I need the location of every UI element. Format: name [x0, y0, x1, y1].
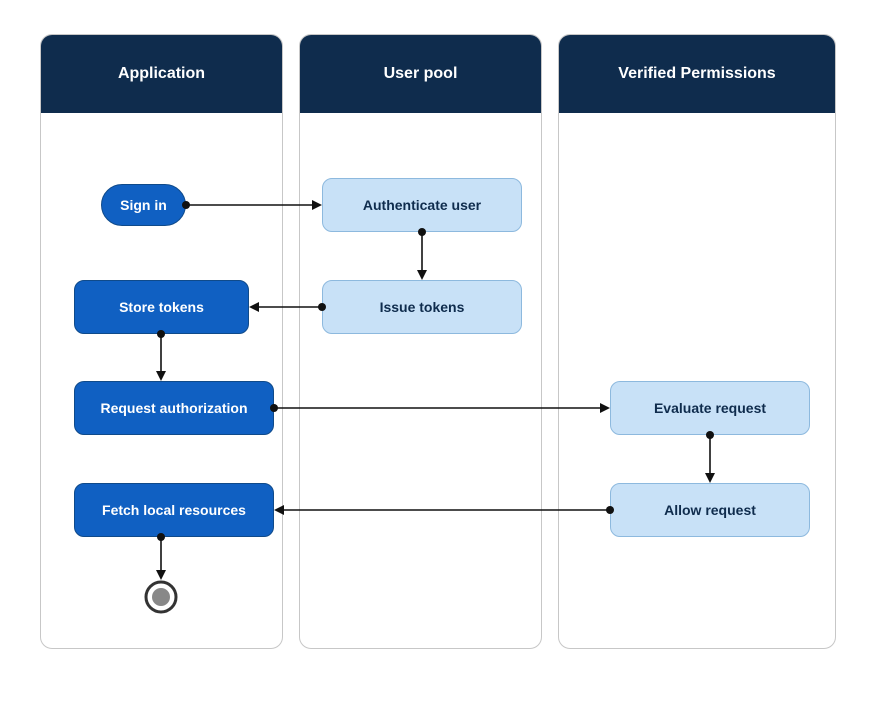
node-label: Issue tokens — [380, 299, 465, 315]
swimlane-application: Application — [40, 34, 283, 649]
swimlane-verified-permissions: Verified Permissions — [558, 34, 836, 649]
node-store-tokens: Store tokens — [74, 280, 249, 334]
swimlane-user-pool: User pool — [299, 34, 542, 649]
node-request-authorization: Request authorization — [74, 381, 274, 435]
node-label: Request authorization — [100, 400, 247, 416]
start-node-label: Sign in — [120, 197, 167, 213]
node-issue-tokens: Issue tokens — [322, 280, 522, 334]
node-allow-request: Allow request — [610, 483, 810, 537]
node-label: Allow request — [664, 502, 756, 518]
swimlane-header-user-pool: User pool — [300, 35, 541, 113]
node-authenticate-user: Authenticate user — [322, 178, 522, 232]
node-fetch-local-resources: Fetch local resources — [74, 483, 274, 537]
swimlane-header-verified-permissions: Verified Permissions — [559, 35, 835, 113]
node-evaluate-request: Evaluate request — [610, 381, 810, 435]
node-label: Fetch local resources — [102, 502, 246, 518]
node-label: Authenticate user — [363, 197, 481, 213]
node-label: Evaluate request — [654, 400, 766, 416]
start-node-sign-in: Sign in — [101, 184, 186, 226]
swimlane-header-application: Application — [41, 35, 282, 113]
node-label: Store tokens — [119, 299, 204, 315]
